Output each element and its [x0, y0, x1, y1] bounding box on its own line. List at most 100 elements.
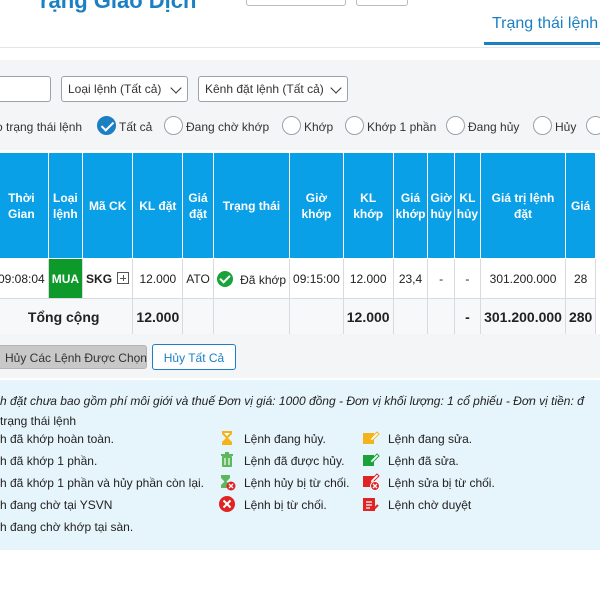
top-button-fragment[interactable]: [356, 0, 408, 6]
radio-label: Tất cả: [119, 120, 153, 134]
col-header-match-qty[interactable]: KL khớp: [342, 152, 394, 259]
radio-label: Khớp: [304, 120, 334, 134]
radio-label: Đang chờ khớp: [186, 120, 270, 134]
total-qty: 12.000: [132, 298, 184, 335]
radio-label: Đang hủy: [468, 120, 520, 134]
cancel-selected-button[interactable]: Hủy Các Lệnh Được Chọn: [0, 345, 147, 369]
units-note: h đặt chưa bao gồm phí môi giới và thuế …: [0, 394, 584, 408]
col-header-qty[interactable]: KL đặt: [132, 152, 184, 259]
table-row[interactable]: 09:08:04 MUA SKG 12.000 ATO Đã khớp 09:1…: [0, 258, 597, 299]
trash-icon: [221, 452, 233, 467]
total-match-qty: 12.000: [342, 298, 394, 335]
legend-text: h đã khớp 1 phần.: [0, 454, 98, 468]
total-empty: [182, 298, 214, 335]
status-filter-label: o trạng thái lệnh: [0, 120, 83, 134]
legend-text: h đã khớp hoàn toàn.: [0, 432, 114, 446]
total-cancel-qty: -: [453, 298, 482, 335]
cell-qty: 12.000: [132, 258, 184, 299]
top-input-fragment[interactable]: [246, 0, 346, 6]
legend-item: h đã khớp 1 phần và hủy phần còn lại.: [0, 476, 204, 490]
cell-order-value: 301.200.000: [480, 258, 566, 299]
table-header-row: Thời Gian Loại lệnh Mã CK KL đặt Giá đặt…: [0, 152, 597, 259]
legend-text: h đã khớp 1 phần và hủy phần còn lại.: [0, 476, 205, 490]
legend-panel: h đặt chưa bao gồm phí môi giới và thuế …: [0, 380, 600, 550]
legend-title: trạng thái lệnh: [0, 414, 77, 428]
col-header-match-price[interactable]: Giá khớp: [392, 152, 429, 259]
orders-table: Thời Gian Loại lệnh Mã CK KL đặt Giá đặt…: [0, 152, 597, 335]
col-header-status[interactable]: Trạng thái: [212, 152, 291, 259]
check-icon: [97, 116, 116, 135]
edited-icon: [363, 453, 380, 466]
radio-circle-icon: [164, 116, 183, 135]
order-type-select[interactable]: Loại lệnh (Tất cả): [61, 76, 188, 102]
cell-side-buy: MUA: [47, 258, 84, 299]
cell-match-time: 09:15:00: [289, 258, 344, 299]
tab-order-status[interactable]: Trạng thái lệnh: [492, 15, 598, 33]
symbol-text[interactable]: SKG: [86, 272, 112, 286]
cell-match-price: 23,4: [392, 258, 429, 299]
radio-circle-icon: [446, 116, 465, 135]
total-empty: [427, 298, 455, 335]
chevron-down-icon: [170, 82, 182, 94]
channel-select[interactable]: Kênh đặt lệnh (Tất cả): [198, 76, 348, 102]
total-empty: [212, 298, 291, 335]
cell-status: Đã khớp: [212, 258, 291, 299]
legend-text: Lệnh đang hủy.: [244, 432, 326, 446]
tab-active-indicator: [484, 42, 600, 45]
legend-item: h đang chờ tại YSVN: [0, 498, 112, 512]
radio-circle-icon: [345, 116, 364, 135]
page-title: rạng Giao Dịch: [40, 0, 197, 13]
total-empty: [392, 298, 429, 335]
cell-time: 09:08:04: [0, 258, 49, 299]
col-header-cancel-qty[interactable]: KL hủy: [453, 152, 482, 259]
action-bar: Hủy Các Lệnh Được Chọn Hủy Tất Cả: [0, 334, 600, 378]
col-header-match-time[interactable]: Giờ khớp: [289, 152, 344, 259]
legend-item: h đang chờ khớp tại sàn.: [0, 520, 133, 534]
legend-item: h đã khớp hoàn toàn.: [0, 432, 114, 446]
radio-circle-icon: [586, 116, 600, 135]
col-header-order-value[interactable]: Giá trị lệnh đặt: [480, 152, 566, 259]
matched-check-icon: [216, 270, 233, 287]
legend-text: Lệnh hủy bị từ chối.: [244, 476, 350, 490]
legend-text: h đang chờ tại YSVN: [0, 498, 113, 512]
legend-text: Lệnh sửa bị từ chối.: [388, 476, 495, 490]
legend-text: Lệnh bị từ chối.: [244, 498, 327, 512]
legend-item: h đã khớp 1 phần.: [0, 454, 97, 468]
cell-cancel-time: -: [427, 258, 455, 299]
edit-rejected-icon: [363, 473, 380, 491]
hourglass-icon: [222, 431, 232, 445]
table-total-row: Tổng cộng 12.000 12.000 - 301.200.000 28…: [0, 298, 597, 335]
hourglass-rejected-icon: [221, 475, 236, 491]
col-header-cancel-time[interactable]: Giờ hủy: [427, 152, 455, 259]
col-header-symbol[interactable]: Mã CK: [82, 152, 134, 259]
cell-cancel-qty: -: [453, 258, 482, 299]
status-text: Đã khớp: [240, 272, 287, 287]
filter-panel: Loại lệnh (Tất cả) Kênh đặt lệnh (Tất cả…: [0, 60, 600, 150]
cell-match-qty: 12.000: [342, 258, 394, 299]
top-bar: rạng Giao Dịch Trạng thái lệnh: [0, 0, 600, 48]
awaiting-approval-icon: [363, 498, 379, 511]
cell-last: 28: [564, 258, 597, 299]
symbol-input[interactable]: [0, 76, 51, 102]
legend-text: Lệnh đang sửa.: [388, 432, 473, 446]
cell-symbol[interactable]: SKG: [82, 258, 134, 299]
radio-label: Hủy: [555, 120, 577, 134]
status-filter-row: o trạng thái lệnh Tất cả Đang chờ khớp K…: [0, 114, 600, 138]
legend-text: h đang chờ khớp tại sàn.: [0, 520, 134, 534]
radio-circle-icon: [533, 116, 552, 135]
legend-text: Lệnh đã được hủy.: [244, 454, 345, 468]
chevron-down-icon: [330, 82, 342, 94]
channel-select-value: Kênh đặt lệnh (Tất cả): [205, 82, 324, 96]
col-header-order-type[interactable]: Loại lệnh: [47, 152, 84, 259]
radio-circle-icon: [282, 116, 301, 135]
col-header-last[interactable]: Giá: [564, 152, 597, 259]
total-label: Tổng cộng: [0, 298, 134, 335]
total-last: 280: [564, 298, 597, 335]
col-header-time[interactable]: Thời Gian: [0, 152, 49, 259]
total-order-value: 301.200.000: [480, 298, 566, 335]
col-header-price[interactable]: Giá đặt: [182, 152, 214, 259]
expand-plus-icon[interactable]: [117, 271, 130, 284]
total-empty: [289, 298, 344, 335]
cancel-all-button[interactable]: Hủy Tất Cả: [152, 344, 236, 370]
radio-label: Khớp 1 phần: [367, 120, 437, 134]
